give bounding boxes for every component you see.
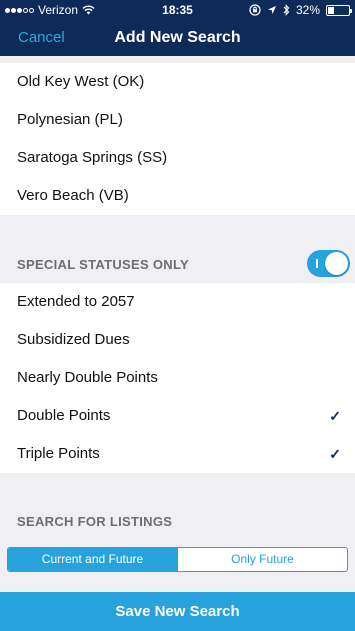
checkmark-icon: ✓ xyxy=(329,446,341,462)
app-header: Verizon 18:35 32% Cancel Add New Search xyxy=(0,0,355,56)
status-right: 32% xyxy=(249,3,352,17)
special-status-list: Extended to 2057 Subsidized Dues Nearly … xyxy=(0,283,355,473)
battery-icon xyxy=(326,4,352,16)
resort-item-old-key-west[interactable]: Old Key West (OK) xyxy=(0,63,355,101)
toggle-knob xyxy=(325,252,348,275)
resort-list: Old Key West (OK) Polynesian (PL) Sarato… xyxy=(0,63,355,215)
search-for-listings-label: SEARCH FOR LISTINGS xyxy=(17,514,173,529)
resort-item-polynesian[interactable]: Polynesian (PL) xyxy=(0,101,355,139)
status-item-extended-2057[interactable]: Extended to 2057 xyxy=(0,283,355,321)
status-item-label: Subsidized Dues xyxy=(17,331,130,348)
status-bar: Verizon 18:35 32% xyxy=(0,0,355,20)
checkmark-icon: ✓ xyxy=(329,408,341,424)
special-statuses-label: SPECIAL STATUSES ONLY xyxy=(17,257,189,272)
nav-bar: Cancel Add New Search xyxy=(0,20,355,56)
page-title: Add New Search xyxy=(114,29,241,46)
segment-only-future[interactable]: Only Future xyxy=(177,548,347,571)
location-arrow-icon xyxy=(267,6,276,14)
toggle-on-indicator xyxy=(316,259,318,268)
status-item-label: Double Points xyxy=(17,407,111,424)
lock-rotation-icon xyxy=(249,4,261,16)
segment-current-and-future[interactable]: Current and Future xyxy=(8,548,177,571)
bluetooth-icon xyxy=(283,4,290,16)
resort-item-vero-beach[interactable]: Vero Beach (VB) xyxy=(0,177,355,215)
special-statuses-toggle[interactable] xyxy=(307,250,350,277)
status-item-subsidized-dues[interactable]: Subsidized Dues xyxy=(0,321,355,359)
status-item-nearly-double-points[interactable]: Nearly Double Points xyxy=(0,359,355,397)
status-item-label: Nearly Double Points xyxy=(17,369,158,386)
resort-item-saratoga-springs[interactable]: Saratoga Springs (SS) xyxy=(0,139,355,177)
battery-fill xyxy=(328,6,335,14)
status-item-triple-points[interactable]: Triple Points ✓ xyxy=(0,435,355,473)
status-item-double-points[interactable]: Double Points ✓ xyxy=(0,397,355,435)
save-new-search-button[interactable]: Save New Search xyxy=(0,592,355,631)
battery-percent: 32% xyxy=(295,3,320,17)
status-item-label: Extended to 2057 xyxy=(17,293,135,310)
status-item-label: Triple Points xyxy=(17,445,100,462)
listings-segmented-control: Current and Future Only Future xyxy=(7,547,348,572)
